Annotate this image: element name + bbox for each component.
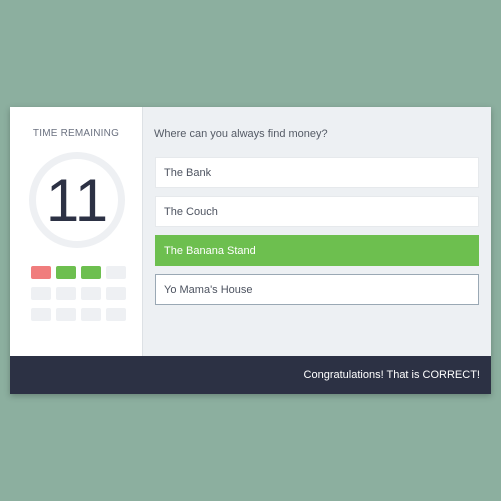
progress-cell <box>31 308 51 321</box>
progress-cell <box>106 287 126 300</box>
timer-value: 11 <box>45 167 109 234</box>
timer-ring: 11 <box>29 152 125 248</box>
progress-cell <box>31 266 51 279</box>
answer-option-yo-mamas-house[interactable]: Yo Mama's House <box>155 274 479 305</box>
progress-cell <box>56 308 76 321</box>
progress-grid <box>31 266 127 321</box>
progress-cell <box>106 308 126 321</box>
answer-list: The Bank The Couch The Banana Stand Yo M… <box>155 157 479 313</box>
progress-cell <box>106 266 126 279</box>
answer-option-couch[interactable]: The Couch <box>155 196 479 227</box>
progress-cell <box>56 287 76 300</box>
progress-cell <box>31 287 51 300</box>
quiz-card: TIME REMAINING 11 Where can you always f… <box>10 107 491 394</box>
answer-option-bank[interactable]: The Bank <box>155 157 479 188</box>
progress-cell <box>81 308 101 321</box>
question-panel: Where can you always find money? The Ban… <box>143 107 491 356</box>
answer-option-banana-stand[interactable]: The Banana Stand <box>155 235 479 266</box>
question-text: Where can you always find money? <box>154 128 328 140</box>
result-banner: Congratulations! That is CORRECT! <box>10 356 491 394</box>
timer-label: TIME REMAINING <box>32 128 120 139</box>
progress-cell <box>81 266 101 279</box>
progress-cell <box>81 287 101 300</box>
timer-panel: TIME REMAINING 11 <box>10 107 143 356</box>
progress-cell <box>56 266 76 279</box>
result-message: Congratulations! That is CORRECT! <box>303 369 480 381</box>
